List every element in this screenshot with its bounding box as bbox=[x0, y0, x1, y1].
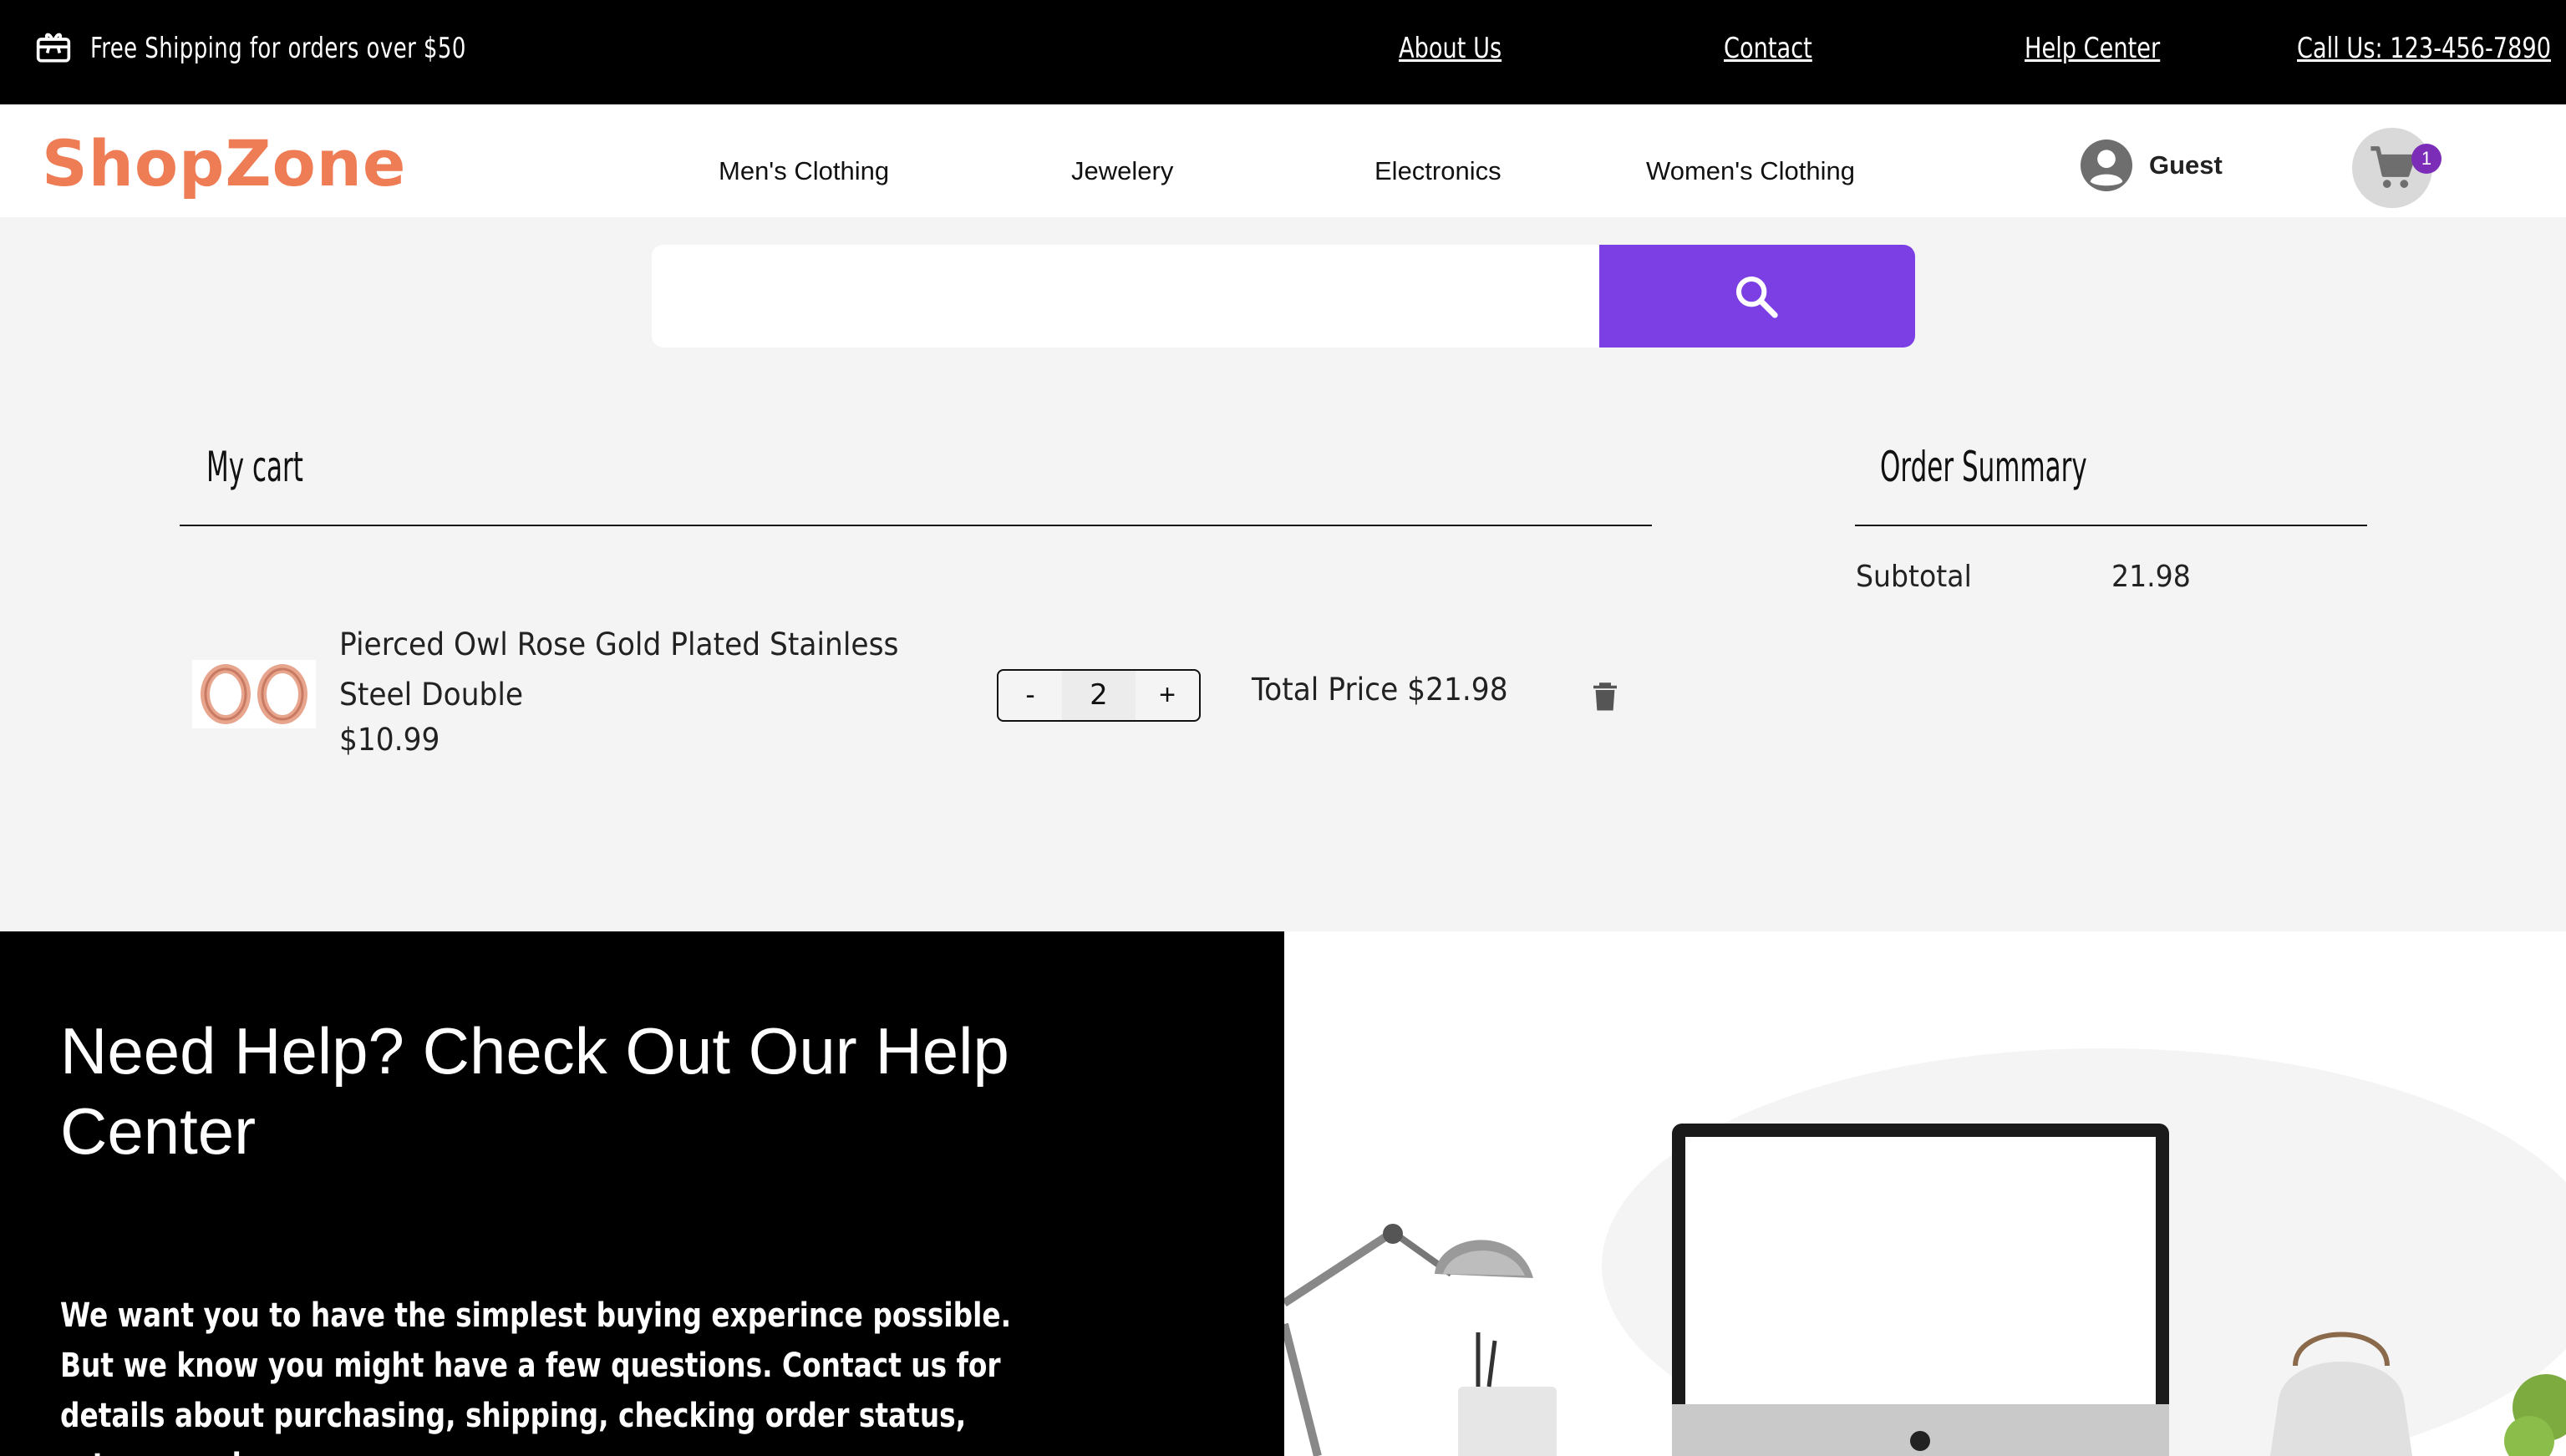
line-total-price: Total Price $21.98 bbox=[1252, 672, 1508, 708]
nav-mens-clothing[interactable]: Men's Clothing bbox=[719, 156, 889, 186]
trash-icon[interactable] bbox=[1588, 678, 1623, 713]
quantity-value[interactable]: 2 bbox=[1062, 671, 1136, 720]
cart-count-badge: 1 bbox=[2411, 144, 2442, 174]
workspace-image bbox=[1284, 1048, 2566, 1456]
product-name[interactable]: Pierced Owl Rose Gold Plated Stainless S… bbox=[339, 620, 961, 720]
nav-womens-clothing[interactable]: Women's Clothing bbox=[1646, 156, 1855, 186]
promo-text: Free Shipping for orders over $50 bbox=[90, 32, 466, 65]
promo-banner: Free Shipping for orders over $50 bbox=[35, 27, 532, 70]
top-bar: Free Shipping for orders over $50 About … bbox=[0, 0, 2566, 104]
subtotal-value: 21.98 bbox=[2111, 560, 2191, 594]
nav-jewelery[interactable]: Jewelery bbox=[1071, 156, 1173, 186]
desk-illustration bbox=[1284, 931, 2566, 1456]
search-button[interactable] bbox=[1599, 245, 1915, 348]
main-header: ShopZone Men's Clothing Jewelery Electro… bbox=[0, 104, 2566, 217]
cart-title: My cart bbox=[206, 443, 303, 491]
call-us-link[interactable]: Call Us: 123-456-7890 bbox=[2297, 32, 2551, 65]
user-avatar-icon bbox=[2081, 140, 2132, 191]
increase-quantity-button[interactable]: + bbox=[1136, 671, 1199, 720]
account-menu[interactable]: Guest bbox=[2081, 140, 2223, 191]
nav-electronics[interactable]: Electronics bbox=[1374, 156, 1501, 186]
gift-card-icon bbox=[36, 33, 71, 63]
order-summary-title: Order Summary bbox=[1880, 443, 2087, 491]
help-center-link[interactable]: Help Center bbox=[2025, 32, 2160, 65]
quantity-stepper: - 2 + bbox=[997, 669, 1201, 722]
summary-divider bbox=[1855, 525, 2367, 526]
about-us-link[interactable]: About Us bbox=[1399, 32, 1501, 65]
account-label: Guest bbox=[2149, 150, 2223, 180]
help-description: We want you to have the simplest buying … bbox=[60, 1296, 1012, 1456]
subtotal-label: Subtotal bbox=[1856, 560, 1972, 594]
contact-link[interactable]: Contact bbox=[1724, 32, 1812, 65]
cart-divider bbox=[180, 525, 1652, 526]
product-unit-price: $10.99 bbox=[339, 722, 440, 758]
product-image[interactable] bbox=[192, 660, 316, 728]
search-input[interactable] bbox=[652, 245, 1600, 348]
search-icon bbox=[1735, 276, 1778, 318]
decrease-quantity-button[interactable]: - bbox=[998, 671, 1062, 720]
shopping-cart-icon bbox=[2370, 146, 2416, 188]
help-title: Need Help? Check Out Our Help Center bbox=[60, 1014, 1009, 1168]
logo[interactable]: ShopZone bbox=[42, 126, 406, 200]
